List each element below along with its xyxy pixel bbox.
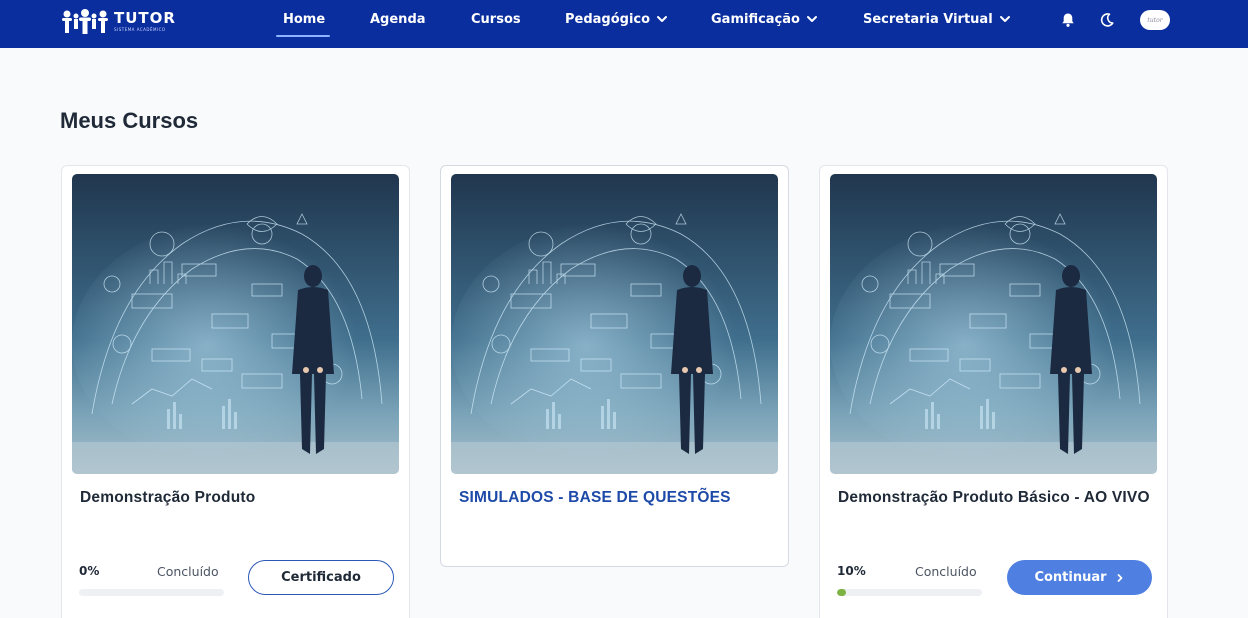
bell-icon <box>1058 10 1078 30</box>
progress-label: Concluído <box>157 564 219 579</box>
nav-item-label: Secretaria Virtual <box>863 11 993 27</box>
nav-item-gamificacao[interactable]: Gamificação <box>711 0 818 38</box>
nav-item-secretaria-virtual[interactable]: Secretaria Virtual <box>863 0 1011 38</box>
progress-bar-fill <box>837 589 846 596</box>
bell-button[interactable] <box>1058 8 1078 32</box>
nav-item-label: Agenda <box>370 11 426 27</box>
course-title[interactable]: SIMULADOS - BASE DE QUESTÕES <box>459 488 779 508</box>
course-card[interactable]: Demonstração Produto Básico - AO VIVO 10… <box>819 165 1168 618</box>
progress-label: Concluído <box>915 564 977 579</box>
chevron-down-icon <box>656 13 668 25</box>
chevron-down-icon <box>999 13 1011 25</box>
top-navbar: TUTOR SISTEMA ACADÊMICO Home Agenda Curs… <box>0 0 1248 48</box>
nav-item-label: Home <box>283 11 326 27</box>
course-thumbnail <box>830 174 1157 474</box>
nav-item-label: Gamificação <box>711 11 800 27</box>
progress-percentage: 10% <box>837 564 866 578</box>
continue-button[interactable]: Continuar <box>1007 560 1152 595</box>
course-title[interactable]: Demonstração Produto Básico - AO VIVO <box>838 488 1158 508</box>
course-title[interactable]: Demonstração Produto <box>80 488 400 508</box>
nav-item-label: Pedagógico <box>565 11 651 27</box>
nav-item-home[interactable]: Home <box>283 0 325 38</box>
progress-bar <box>837 589 982 596</box>
chevron-right-icon <box>1115 573 1125 583</box>
course-card[interactable]: SIMULADOS - BASE DE QUESTÕES <box>440 165 789 567</box>
nav-item-cursos[interactable]: Cursos <box>471 0 521 38</box>
theme-toggle-button[interactable] <box>1097 8 1117 32</box>
nav-item-pedagogico[interactable]: Pedagógico <box>565 0 668 38</box>
nav-item-agenda[interactable]: Agenda <box>370 0 426 38</box>
user-avatar[interactable]: tutor <box>1140 10 1170 30</box>
progress-bar <box>79 589 224 596</box>
continue-button-label: Continuar <box>1034 570 1107 585</box>
nav-item-label: Cursos <box>471 11 521 27</box>
active-nav-indicator <box>276 35 330 37</box>
course-thumbnail <box>451 174 778 474</box>
page-title: Meus Cursos <box>60 108 199 133</box>
chevron-down-icon <box>806 13 818 25</box>
progress-percentage: 0% <box>79 564 100 578</box>
course-card[interactable]: Demonstração Produto 0% Concluído Certif… <box>61 165 410 618</box>
course-thumbnail <box>72 174 399 474</box>
moon-icon <box>1097 10 1117 30</box>
certificate-button[interactable]: Certificado <box>248 560 394 595</box>
